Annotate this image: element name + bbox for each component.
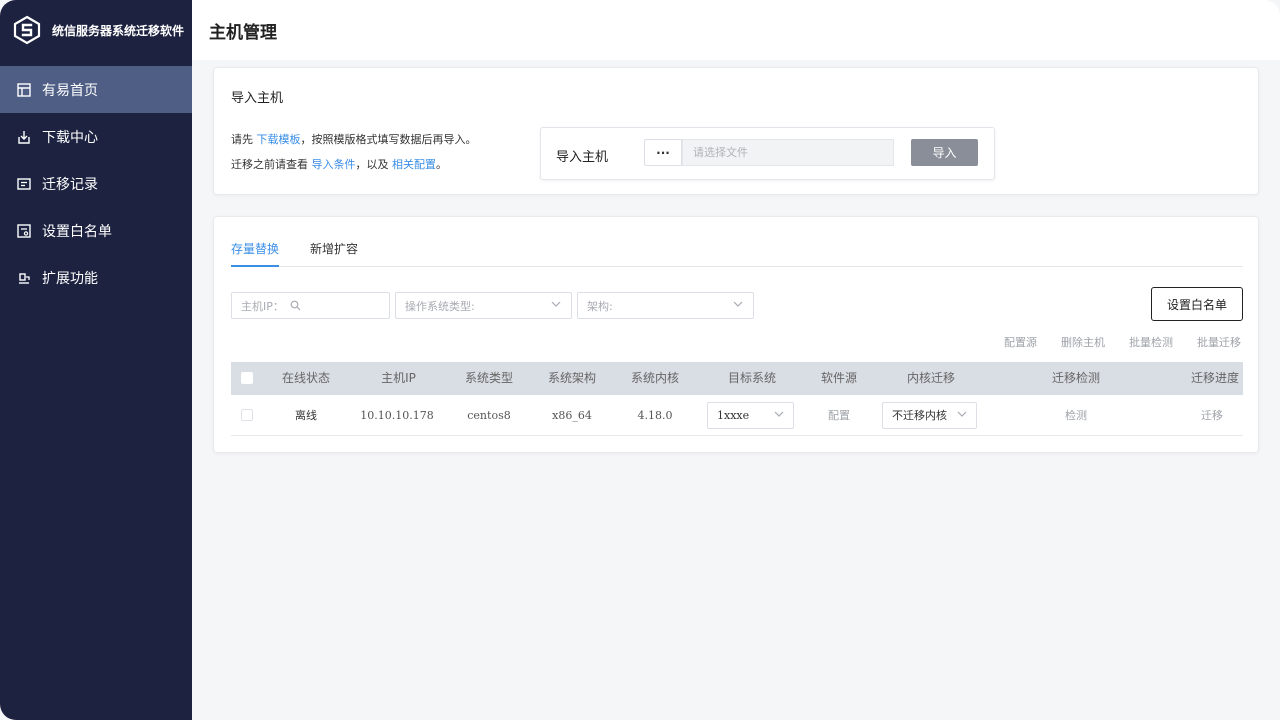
arch-cell: x86_64 xyxy=(552,409,592,422)
hint-text: 。 xyxy=(436,158,447,171)
download-template-link[interactable]: 下载模板 xyxy=(257,133,301,146)
hint-text: ，以及 xyxy=(355,158,392,171)
brand-name: 统信服务器系统迁移软件 xyxy=(52,23,185,38)
table-header: 在线状态 主机IP 系统类型 系统架构 系统内核 目标系统 软件源 内核迁移 迁… xyxy=(231,362,1243,395)
os-type-placeholder: 操作系统类型: xyxy=(405,299,475,313)
software-source-config-link[interactable]: 配置 xyxy=(809,395,869,436)
sidebar-item-label: 迁移记录 xyxy=(42,176,98,193)
sidebar: 统信服务器系统迁移软件 有易首页 下载中心 迁移记录 设置白名单 扩展功能 xyxy=(0,0,192,720)
chevron-down-icon xyxy=(551,299,561,312)
column-header: 迁移进度 xyxy=(1190,371,1239,385)
sidebar-item-label: 设置白名单 xyxy=(42,223,112,240)
dashboard-icon xyxy=(16,82,32,98)
related-config-link[interactable]: 相关配置 xyxy=(392,158,436,171)
record-icon xyxy=(16,176,32,192)
sidebar-item-home[interactable]: 有易首页 xyxy=(0,66,192,113)
select-all-checkbox[interactable] xyxy=(241,372,253,384)
arch-placeholder: 架构: xyxy=(587,299,613,313)
arch-select[interactable]: 架构: xyxy=(577,292,754,319)
column-header: 系统类型 xyxy=(464,371,513,385)
bulk-actions: 配置源 删除主机 批量检测 批量迁移 xyxy=(1004,334,1241,350)
column-header: 在线状态 xyxy=(281,371,330,385)
column-header: 主机IP xyxy=(381,371,416,385)
target-system-value: 1xxxe xyxy=(717,409,750,422)
os-type-cell: centos8 xyxy=(467,409,511,422)
chevron-down-icon xyxy=(733,299,743,312)
chevron-down-icon xyxy=(774,403,784,428)
sidebar-item-label: 下载中心 xyxy=(42,129,98,146)
brand: 统信服务器系统迁移软件 xyxy=(0,0,192,60)
condition-hint: 迁移之前请查看 导入条件，以及 相关配置。 xyxy=(231,156,447,172)
browse-file-button[interactable]: ··· xyxy=(644,139,682,166)
sidebar-item-label: 有易首页 xyxy=(42,82,98,99)
os-type-select[interactable]: 操作系统类型: xyxy=(395,292,572,319)
host-ip-filter[interactable]: 主机IP： xyxy=(231,292,390,319)
column-header: 系统内核 xyxy=(630,371,679,385)
page-title: 主机管理 xyxy=(209,22,277,43)
import-section-title: 导入主机 xyxy=(231,91,284,106)
delete-host-action[interactable]: 删除主机 xyxy=(1061,334,1105,350)
host-list-card: 存量替换 新增扩容 主机IP： 操作系统类型: 架构: 设置白名单 配置源 删除… xyxy=(213,216,1259,453)
brand-logo-icon xyxy=(12,15,42,45)
tab-new-expansion[interactable]: 新增扩容 xyxy=(310,241,358,267)
whitelist-icon xyxy=(16,223,32,239)
import-button[interactable]: 导入 xyxy=(911,139,978,166)
migrate-link[interactable]: 迁移 xyxy=(1181,395,1243,436)
download-icon xyxy=(16,129,32,145)
search-icon xyxy=(290,300,301,311)
sidebar-item-records[interactable]: 迁移记录 xyxy=(0,160,192,207)
config-source-action[interactable]: 配置源 xyxy=(1004,334,1037,350)
column-header: 系统架构 xyxy=(547,371,596,385)
batch-check-action[interactable]: 批量检测 xyxy=(1129,334,1173,350)
kernel-migrate-select[interactable]: 不迁移内核 xyxy=(882,402,977,429)
sidebar-nav: 有易首页 下载中心 迁移记录 设置白名单 扩展功能 xyxy=(0,66,192,301)
target-system-select[interactable]: 1xxxe xyxy=(707,402,794,429)
sidebar-item-download[interactable]: 下载中心 xyxy=(0,113,192,160)
batch-migrate-action[interactable]: 批量迁移 xyxy=(1197,334,1241,350)
hint-text: 请先 xyxy=(231,133,257,146)
hint-text: ，按照模版格式填写数据后再导入。 xyxy=(300,133,477,146)
import-conditions-link[interactable]: 导入条件 xyxy=(312,158,356,171)
app-window: 统信服务器系统迁移软件 有易首页 下载中心 迁移记录 设置白名单 扩展功能 主机… xyxy=(0,0,1280,720)
kernel-migrate-value: 不迁移内核 xyxy=(892,409,947,422)
column-header: 迁移检测 xyxy=(1051,371,1100,385)
sidebar-item-label: 扩展功能 xyxy=(42,270,98,287)
tab-stock-replace[interactable]: 存量替换 xyxy=(231,241,280,267)
tab-bar: 存量替换 新增扩容 xyxy=(231,241,1243,267)
row-checkbox[interactable] xyxy=(241,409,253,421)
import-box-label: 导入主机 xyxy=(556,150,609,165)
kernel-cell: 4.18.0 xyxy=(637,409,673,422)
import-box: 导入主机 ··· 请选择文件 导入 xyxy=(540,127,995,180)
column-header: 目标系统 xyxy=(727,371,776,385)
sidebar-item-extensions[interactable]: 扩展功能 xyxy=(0,254,192,301)
extension-icon xyxy=(16,270,32,286)
column-header: 内核迁移 xyxy=(906,371,955,385)
import-host-card: 导入主机 请先 下载模板，按照模版格式填写数据后再导入。 迁移之前请查看 导入条… xyxy=(213,67,1259,195)
table-row: 离线 10.10.10.178 centos8 x86_64 4.18.0 1x… xyxy=(231,395,1243,436)
file-path-input[interactable]: 请选择文件 xyxy=(682,139,894,166)
top-header: 主机管理 xyxy=(192,0,1280,60)
set-whitelist-button[interactable]: 设置白名单 xyxy=(1151,287,1243,321)
template-hint: 请先 下载模板，按照模版格式填写数据后再导入。 xyxy=(231,131,477,147)
check-link[interactable]: 检测 xyxy=(1036,395,1116,436)
hint-text: 迁移之前请查看 xyxy=(231,158,312,171)
ip-cell: 10.10.10.178 xyxy=(360,409,434,422)
sidebar-item-whitelist[interactable]: 设置白名单 xyxy=(0,207,192,254)
column-header: 软件源 xyxy=(820,371,857,385)
chevron-down-icon xyxy=(957,403,967,428)
host-ip-placeholder: 主机IP： xyxy=(241,299,284,313)
status-cell: 离线 xyxy=(295,409,317,422)
